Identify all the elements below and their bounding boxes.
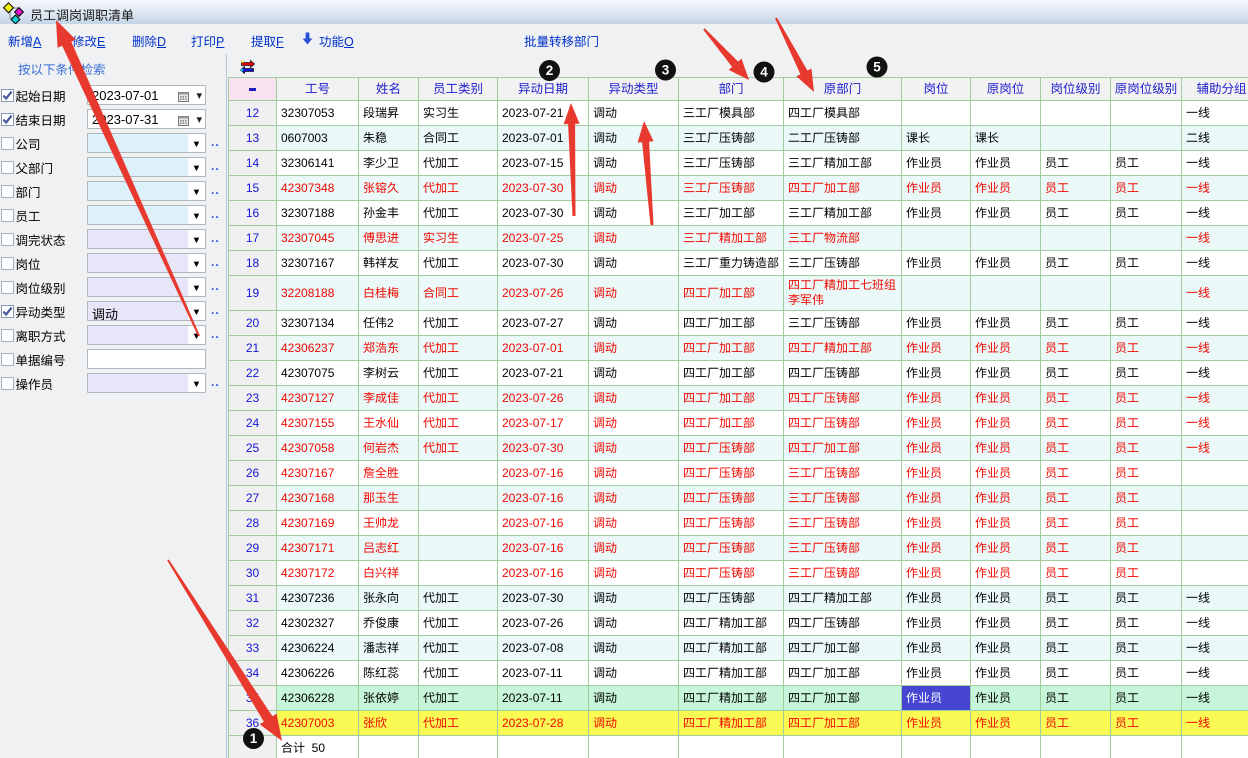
svg-text:5: 5	[873, 60, 881, 75]
svg-text:3: 3	[662, 63, 670, 78]
svg-text:2: 2	[546, 63, 554, 78]
